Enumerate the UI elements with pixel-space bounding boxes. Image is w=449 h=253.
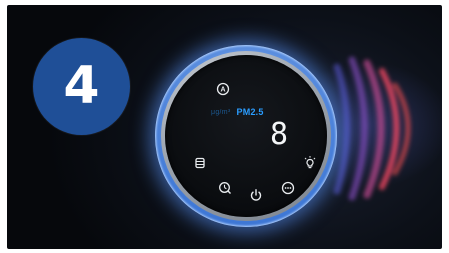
- pm-unit-label: μg/m³: [211, 108, 231, 116]
- svg-text:A: A: [220, 87, 225, 94]
- product-illustration: 4 A μg/m³ PM2.5 8: [7, 5, 442, 249]
- filter-icon[interactable]: [192, 155, 208, 171]
- step-badge: 4: [33, 38, 130, 135]
- power-icon[interactable]: [248, 187, 264, 203]
- purifier-control-panel: [155, 45, 337, 227]
- fan-speed-icon[interactable]: [280, 180, 296, 196]
- step-number: 4: [63, 55, 100, 116]
- pm-readout-header: μg/m³ PM2.5: [211, 106, 264, 118]
- pm-reading-value: 8: [269, 117, 289, 152]
- device-face: [165, 55, 327, 217]
- timer-icon[interactable]: [217, 180, 233, 196]
- pm-metric-label: PM2.5: [236, 107, 264, 117]
- auto-mode-icon[interactable]: A: [215, 81, 231, 97]
- light-icon[interactable]: [302, 155, 318, 171]
